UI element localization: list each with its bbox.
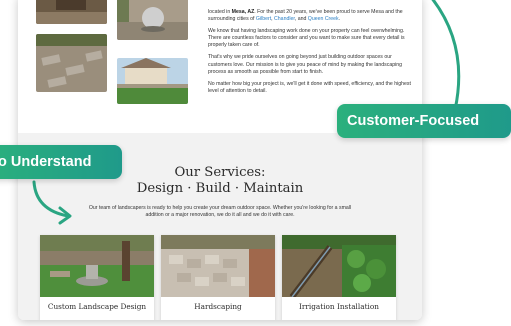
- service-card-custom-landscape-design[interactable]: Custom Landscape Design: [40, 235, 154, 320]
- service-label: Custom Landscape Design: [47, 302, 147, 311]
- service-card-hardscaping[interactable]: Hardscaping: [161, 235, 275, 320]
- service-image-hardscaping: [161, 235, 275, 297]
- about-paragraph-mission: That's why we pride ourselves on going b…: [208, 54, 403, 75]
- service-image-landscape: [40, 235, 154, 297]
- about-paragraph-speed: No matter how big your project is, we'll…: [208, 80, 411, 94]
- project-photo-4: [117, 58, 188, 104]
- about-copy: located in Mesa, AZ. For the past 20 yea…: [208, 9, 414, 100]
- link-chandler[interactable]: Chandler: [274, 16, 295, 22]
- service-label: Hardscaping: [194, 302, 242, 311]
- link-gilbert[interactable]: Gilbert: [256, 16, 271, 22]
- location-bold: Mesa, AZ: [231, 9, 255, 15]
- project-photo-1: [36, 0, 107, 24]
- customer-focused-badge: Customer-Focused: [337, 104, 511, 138]
- services-subtitle: Design · Build · Maintain: [136, 181, 304, 196]
- project-photo-3: [36, 34, 107, 92]
- service-image-irrigation: [282, 235, 396, 297]
- project-photo-2: [117, 0, 188, 40]
- understand-badge: o Understand: [0, 145, 122, 179]
- link-queen-creek[interactable]: Queen Creek: [308, 16, 339, 22]
- service-label: Irrigation Installation: [299, 302, 379, 311]
- about-paragraph-location: located in Mesa, AZ. For the past 20 yea…: [208, 9, 403, 23]
- about-paragraph-overwhelming: We know that having landscaping work don…: [208, 28, 405, 49]
- services-description: Our team of landscapers is ready to help…: [88, 205, 352, 218]
- service-card-irrigation-installation[interactable]: Irrigation Installation: [282, 235, 396, 320]
